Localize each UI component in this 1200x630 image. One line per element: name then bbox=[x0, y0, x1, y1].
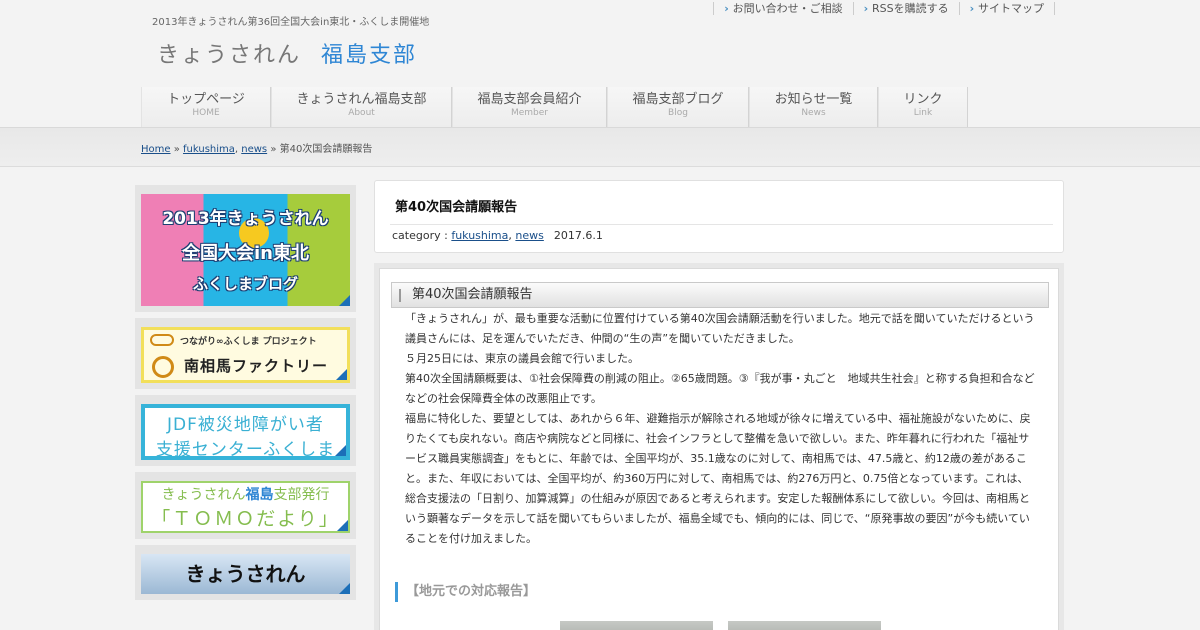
infinity-icon bbox=[150, 334, 174, 346]
paragraph: 福島に特化した、要望としては、あれから６年、避難指示が解除される地域が徐々に増え… bbox=[405, 412, 1031, 545]
banner-minamisoma-factory[interactable]: つながり∞ふくしま プロジェクト 南相馬ファクトリー bbox=[141, 327, 350, 383]
category-label: category : bbox=[392, 229, 452, 242]
nav-sublabel: About bbox=[348, 108, 375, 118]
banner-text: ふくしまブログ bbox=[192, 275, 298, 293]
tagline: 2013年きょうされん第36回全国大会in東北・ふくしま開催地 bbox=[152, 17, 430, 28]
banner-text: 全国大会in東北 bbox=[182, 243, 309, 264]
breadcrumb-separator: » bbox=[170, 144, 184, 155]
banner-text-post: 支部発行 bbox=[273, 487, 330, 503]
banner-text: 「ＴＯＭＯだより」 bbox=[151, 508, 340, 530]
main-nav: トップページ HOME きょうされん福島支部 About 福島支部会員紹介 Membe… bbox=[141, 87, 968, 127]
banner-fukushima-blog[interactable]: 2013年きょうされん 全国大会in東北 ふくしまブログ bbox=[141, 194, 350, 306]
post-meta: category : fukushima, news 2017.6.1 bbox=[392, 229, 603, 242]
nav-sublabel: Member bbox=[510, 108, 549, 118]
site-title-main: きょうされん bbox=[157, 43, 302, 68]
photo bbox=[560, 621, 713, 630]
banner-jdf-support[interactable]: JDF被災地障がい者 支援センターふくしま bbox=[141, 404, 350, 460]
divider bbox=[390, 224, 1053, 225]
breadcrumb-current: 第40次国会請願報告 bbox=[279, 144, 373, 155]
banner-text: つながり∞ふくしま プロジェクト bbox=[180, 337, 317, 347]
top-links: お問い合わせ・ご相談 RSSを購読する サイトマップ bbox=[713, 2, 1055, 15]
breadcrumb-fukushima-link[interactable]: fukushima bbox=[183, 144, 235, 155]
nav-label: お知らせ一覧 bbox=[774, 92, 853, 107]
nav-item-member[interactable]: 福島支部会員紹介 Member bbox=[452, 87, 607, 127]
post-heading: 第40次国会請願報告 bbox=[391, 282, 1049, 308]
post-title-card: 第40次国会請願報告 category : fukushima, news 201… bbox=[374, 180, 1064, 253]
post-container: 第40次国会請願報告 「きょうされん」が、最も重要な活動に位置付けている第40次… bbox=[374, 263, 1064, 630]
banner-text: きょうされん福島支部発行 bbox=[143, 484, 348, 504]
banner-box: つながり∞ふくしま プロジェクト 南相馬ファクトリー bbox=[135, 318, 356, 389]
breadcrumb-news-link[interactable]: news bbox=[241, 144, 267, 155]
banner-text: きょうされん bbox=[185, 562, 306, 586]
post-date: 2017.6.1 bbox=[553, 229, 603, 242]
nav-label: 福島支部会員紹介 bbox=[477, 92, 582, 107]
site-title-accent: 福島支部 bbox=[321, 43, 418, 68]
nav-item-blog[interactable]: 福島支部ブログ Blog bbox=[607, 87, 749, 127]
sub-heading: 【地元での対応報告】 bbox=[395, 582, 536, 602]
breadcrumb-home-link[interactable]: Home bbox=[141, 144, 171, 155]
nav-label: 福島支部ブログ bbox=[632, 92, 724, 107]
post-text: 「きょうされん」が、最も重要な活動に位置付けている第40次国会請願活動を行いまし… bbox=[405, 309, 1035, 549]
banner-box: きょうされん福島支部発行 「ＴＯＭＯだより」 bbox=[135, 472, 356, 539]
banner-box: きょうされん bbox=[135, 545, 356, 600]
flower-icon bbox=[152, 356, 174, 378]
nav-sublabel: Link bbox=[913, 108, 933, 118]
contact-link[interactable]: お問い合わせ・ご相談 bbox=[713, 2, 852, 15]
breadcrumb-separator: » bbox=[267, 144, 280, 155]
sitemap-link[interactable]: サイトマップ bbox=[958, 2, 1055, 15]
nav-sublabel: News bbox=[801, 108, 826, 118]
sidebar: 2013年きょうされん 全国大会in東北 ふくしまブログ つながり∞ふくしま プ… bbox=[135, 185, 356, 606]
nav-label: トップページ bbox=[167, 92, 245, 107]
nav-label: きょうされん福島支部 bbox=[296, 92, 427, 107]
post-body: 第40次国会請願報告 「きょうされん」が、最も重要な活動に位置付けている第40次… bbox=[379, 268, 1059, 630]
banner-text: JDF被災地障がい者 bbox=[167, 415, 324, 435]
nav-sublabel: HOME bbox=[192, 108, 220, 118]
nav-sublabel: Blog bbox=[668, 108, 688, 118]
paragraph: 「きょうされん」が、最も重要な活動に位置付けている第40次国会請願活動を行いまし… bbox=[405, 312, 1035, 345]
banner-text: 南相馬ファクトリー bbox=[184, 357, 329, 375]
banner-box: JDF被災地障がい者 支援センターふくしま bbox=[135, 395, 356, 466]
category-news-link[interactable]: news bbox=[515, 229, 543, 242]
category-fukushima-link[interactable]: fukushima bbox=[451, 229, 508, 242]
nav-item-home[interactable]: トップページ HOME bbox=[141, 87, 271, 127]
banner-text: 2013年きょうされん bbox=[162, 209, 329, 229]
banner-tomo-dayori[interactable]: きょうされん福島支部発行 「ＴＯＭＯだより」 bbox=[141, 481, 350, 533]
post-title: 第40次国会請願報告 bbox=[395, 200, 518, 215]
paragraph: 第40次全国請願概要は、①社会保障費の削減の阻止。②65歳問題。③『我が事・丸ご… bbox=[405, 372, 1035, 405]
paragraph: ５月25日には、東京の議員会館で行いました。 bbox=[405, 352, 639, 365]
banner-text-highlight: 福島 bbox=[245, 487, 274, 503]
photo bbox=[728, 621, 881, 630]
nav-item-news[interactable]: お知らせ一覧 News bbox=[749, 87, 878, 127]
nav-item-about[interactable]: きょうされん福島支部 About bbox=[271, 87, 452, 127]
nav-label: リンク bbox=[903, 92, 943, 107]
banner-box: 2013年きょうされん 全国大会in東北 ふくしまブログ bbox=[135, 185, 356, 312]
banner-text-pre: きょうされん bbox=[161, 487, 246, 503]
site-title[interactable]: きょうされん 福島支部 bbox=[157, 37, 417, 69]
rss-link[interactable]: RSSを購読する bbox=[852, 2, 959, 15]
breadcrumb: Home » fukushima, news » 第40次国会請願報告 bbox=[141, 140, 372, 155]
banner-text: 支援センターふくしま bbox=[155, 440, 336, 460]
banner-kyosaren[interactable]: きょうされん bbox=[141, 554, 350, 594]
nav-item-link[interactable]: リンク Link bbox=[878, 87, 968, 127]
